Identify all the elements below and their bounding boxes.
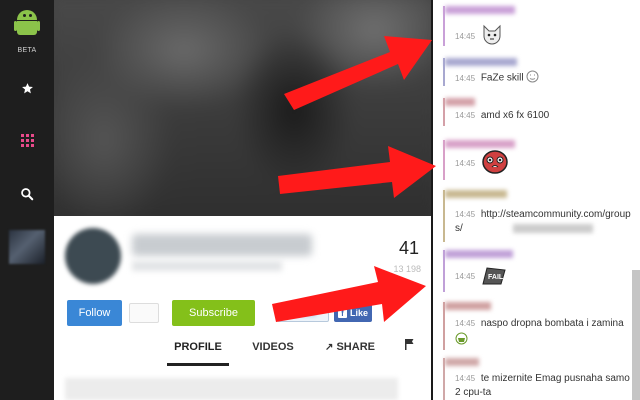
blurred-link-text xyxy=(513,224,593,233)
video-player[interactable] xyxy=(54,0,431,216)
beta-label: BETA xyxy=(17,47,37,54)
follower-count: 41 xyxy=(398,238,419,258)
chat-username-blurred xyxy=(445,250,513,258)
tab-videos[interactable]: VIDEOS xyxy=(248,334,298,366)
chat-timestamp: 14:45 xyxy=(455,159,476,169)
flag-icon[interactable] xyxy=(402,334,418,366)
subscribe-button[interactable]: Subscribe xyxy=(172,300,255,326)
chat-message: 14:45 http://steamcommunity.com/groups/ xyxy=(443,190,633,242)
chat-message: 14:45 amd x6 fx 6100 xyxy=(443,98,633,126)
chat-text: amd x6 fx 6100 xyxy=(480,110,550,121)
views-count: 13 198 xyxy=(393,264,421,274)
chat-timestamp: 14:45 xyxy=(455,32,476,42)
video-frame xyxy=(54,0,431,216)
share-icon: ↗ xyxy=(325,342,334,353)
chat-message: 14:45 FaZe skill xyxy=(443,58,633,86)
like-label: Like xyxy=(349,308,368,318)
smirk-icon xyxy=(526,70,539,86)
chat-timestamp: 14:45 xyxy=(455,73,476,83)
chat-message: 14:45 xyxy=(443,6,633,46)
chat-username-blurred xyxy=(445,98,475,106)
tab-profile[interactable]: PROFILE xyxy=(167,334,229,366)
profile-content-card xyxy=(65,378,398,400)
follow-count-bubble xyxy=(129,303,159,323)
channel-status-blurred xyxy=(132,261,282,271)
chat-username-blurred xyxy=(445,302,491,310)
chat-message: 14:45 xyxy=(443,140,633,180)
share-label: SHARE xyxy=(336,341,375,353)
star-icon[interactable] xyxy=(0,68,54,108)
tweet-label: Tweet xyxy=(292,308,317,318)
follow-button[interactable]: Follow xyxy=(67,300,122,326)
app-root: BETA 41 13 198 Follow Subscribe ▲ Tweet … xyxy=(0,0,640,400)
tweet-button[interactable]: ▲ Tweet xyxy=(277,304,329,322)
chat-timestamp: 14:45 xyxy=(455,319,476,328)
chat-username-blurred xyxy=(445,58,517,66)
chat-panel: 14:45 14:45 FaZe skill 14:45 amd x6 fx 6… xyxy=(431,0,640,400)
facebook-icon: f xyxy=(337,308,347,318)
svg-text:FAIL: FAIL xyxy=(488,274,504,281)
chat-message: 14:45 naspo dropna bombata i zamina xyxy=(443,302,633,350)
chat-username-blurred xyxy=(445,6,515,14)
android-logo-icon[interactable] xyxy=(14,8,40,48)
chat-username-blurred xyxy=(445,190,507,198)
channel-avatar[interactable] xyxy=(65,228,121,284)
grid-icon[interactable] xyxy=(0,120,54,160)
sidebar: BETA xyxy=(0,0,54,400)
chat-timestamp: 14:45 xyxy=(455,111,476,120)
chat-text: naspo dropna bombata i zamina xyxy=(480,318,624,329)
chat-scrollbar[interactable] xyxy=(632,270,640,400)
channel-panel: 41 13 198 Follow Subscribe ▲ Tweet f Lik… xyxy=(54,216,431,400)
chat-timestamp: 14:45 xyxy=(455,374,476,383)
user-avatar[interactable] xyxy=(9,230,45,264)
facebook-like-button[interactable]: f Like xyxy=(334,304,372,322)
bucket-icon xyxy=(455,332,468,351)
search-icon[interactable] xyxy=(0,174,54,214)
chat-message: 14:45 FAIL xyxy=(443,250,633,292)
chat-text: FaZe skill xyxy=(480,72,524,84)
chat-text: te mizernite Emag pusnaha samo 2 cpu-ta xyxy=(455,373,630,398)
cat-face-icon xyxy=(481,24,503,49)
tab-share[interactable]: ↗ SHARE xyxy=(322,334,378,366)
twitter-bird-icon: ▲ xyxy=(282,309,290,318)
chat-message: 14:45 te mizernite Emag pusnaha samo 2 c… xyxy=(443,358,633,400)
chat-username-blurred xyxy=(445,140,515,148)
fail-stamp-icon: FAIL xyxy=(481,264,507,289)
chat-username-blurred xyxy=(445,358,479,366)
channel-name-blurred xyxy=(132,234,312,256)
chat-timestamp: 14:45 xyxy=(455,210,476,219)
channel-tabs: PROFILE VIDEOS ↗ SHARE xyxy=(54,334,431,366)
chat-timestamp: 14:45 xyxy=(455,272,476,282)
blob-face-icon xyxy=(481,150,509,177)
